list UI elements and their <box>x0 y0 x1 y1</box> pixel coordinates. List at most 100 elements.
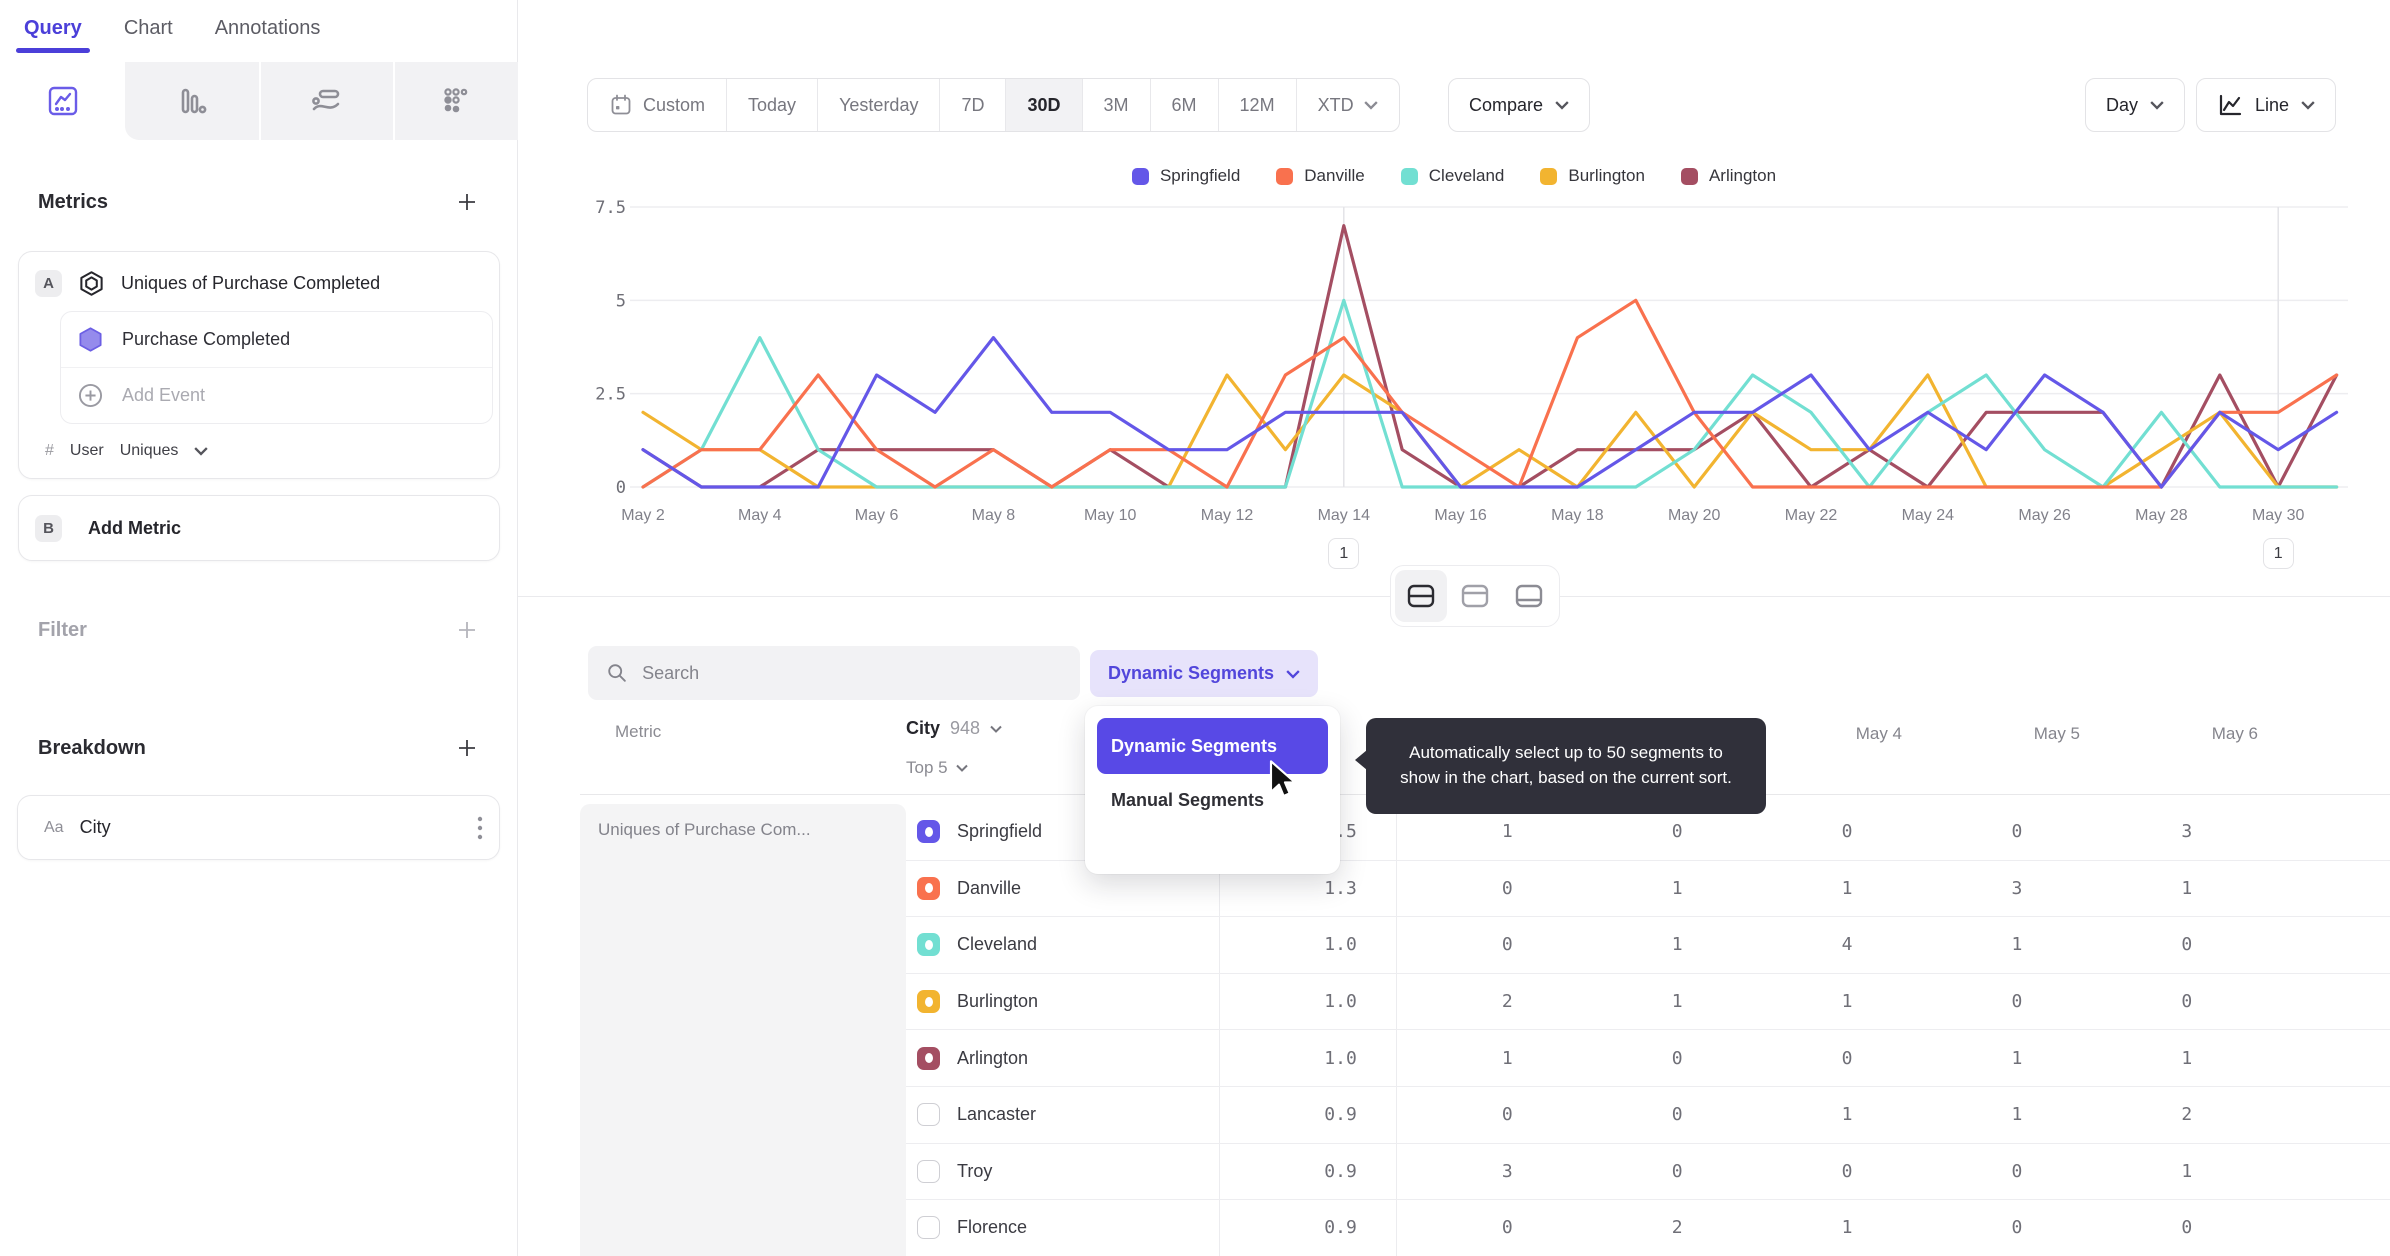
segment-day-value: 1 <box>1671 934 1683 956</box>
segment-checkbox-checked[interactable] <box>917 876 940 900</box>
checkbox-dot <box>924 996 933 1007</box>
segment-day-value: 1 <box>2181 1047 2193 1069</box>
breakdown-city-label: City <box>79 817 111 837</box>
chart-type-flows-tab[interactable] <box>259 62 393 140</box>
event-hexagon-icon <box>79 327 102 352</box>
tab-query[interactable]: Query <box>16 17 90 53</box>
group-column-header[interactable]: City 948 <box>906 718 1002 739</box>
event-row[interactable]: Purchase Completed <box>61 312 492 367</box>
segment-checkbox-unchecked[interactable] <box>917 1216 940 1240</box>
date-column-header[interactable]: May 4 <box>1752 724 1930 744</box>
segment-day-value: 0 <box>1671 1160 1683 1182</box>
add-event-row[interactable]: Add Event <box>61 367 492 423</box>
add-metric-label: Add Metric <box>88 517 182 538</box>
segment-day-value: 0 <box>2011 991 2023 1013</box>
segment-day-value: 3 <box>1501 1160 1513 1182</box>
range-30d[interactable]: 30D <box>1005 79 1082 131</box>
segment-checkbox-checked[interactable] <box>917 1046 940 1070</box>
measure-type: Uniques <box>119 442 179 459</box>
segment-checkbox-unchecked[interactable] <box>917 1103 940 1127</box>
metric-b-badge: B <box>35 514 62 542</box>
chevron-down-icon <box>194 447 209 456</box>
segment-checkbox-checked[interactable] <box>917 933 940 957</box>
breakdown-item-city[interactable]: Aa City <box>17 795 500 860</box>
segment-day-value: 3 <box>2181 821 2193 843</box>
segment-day-value: 0 <box>2181 991 2193 1013</box>
layout-table-only-button[interactable] <box>1503 570 1555 622</box>
range-xtd[interactable]: XTD <box>1295 79 1399 131</box>
segment-average-value: 1.0 <box>1324 934 1357 956</box>
segment-name: Danville <box>957 877 1022 898</box>
measure-selector[interactable]: # User Uniques <box>19 424 499 460</box>
layout-split-button[interactable] <box>1395 570 1447 622</box>
svg-text:May 28: May 28 <box>2135 507 2188 524</box>
svg-text:May 14: May 14 <box>1318 507 1371 524</box>
svg-text:May 26: May 26 <box>2018 507 2071 524</box>
layout-chart-only-button[interactable] <box>1449 570 1501 622</box>
date-range-control: Custom Today Yesterday 7D 30D 3M 6M 12M XTD <box>587 78 1400 132</box>
segment-day-value: 0 <box>2011 1217 2023 1239</box>
svg-text:0: 0 <box>616 478 626 498</box>
range-12m[interactable]: 12M <box>1217 79 1296 131</box>
range-7d[interactable]: 7D <box>939 79 1005 131</box>
segment-day-value: 0 <box>1841 821 1853 843</box>
kebab-menu-icon[interactable] <box>477 815 483 841</box>
sidebar: Query Chart Annotations Metrics A Unique… <box>0 0 518 1256</box>
chart-type-tab-bar <box>0 62 518 140</box>
segment-name: Cleveland <box>957 934 1038 955</box>
segments-mode-button[interactable]: Dynamic Segments <box>1090 650 1319 697</box>
dynamic-segments-tooltip: Automatically select up to 50 segments t… <box>1355 718 1766 814</box>
range-3m[interactable]: 3M <box>1081 79 1150 131</box>
tab-annotations[interactable]: Annotations <box>215 17 321 40</box>
date-column-header[interactable]: May 6 <box>2108 724 2286 744</box>
segment-checkbox-checked[interactable] <box>917 990 940 1014</box>
add-metric-card[interactable]: B Add Metric <box>18 495 500 561</box>
segments-mode-dropdown: Dynamic Segments Manual Segments <box>1085 706 1340 874</box>
chart-type-line-tab[interactable] <box>0 62 125 140</box>
segment-day-value: 1 <box>2181 877 2193 899</box>
add-metric-plus-icon[interactable] <box>455 190 479 214</box>
range-yesterday[interactable]: Yesterday <box>817 79 939 131</box>
add-event-label: Add Event <box>122 385 206 405</box>
line-chart[interactable]: 0 2.5 5 7.5 May 2 May 4 May 6 May 8 May 10 May 12… <box>518 182 2390 547</box>
add-breakdown-plus-icon[interactable] <box>455 736 479 760</box>
line-chart-icon <box>2219 94 2242 116</box>
segment-average-value: 0.9 <box>1324 1160 1357 1182</box>
chart-style-button[interactable]: Line <box>2196 78 2337 132</box>
segment-day-value: 1 <box>1501 1047 1513 1069</box>
segment-day-value: 0 <box>1671 1047 1683 1069</box>
metric-a-title-row[interactable]: A Uniques of Purchase Completed <box>19 252 499 307</box>
search-input[interactable] <box>642 662 1062 684</box>
segment-checkbox-unchecked[interactable] <box>917 1159 940 1183</box>
svg-text:5: 5 <box>616 291 626 311</box>
line-chart-icon <box>48 86 77 116</box>
svg-text:May 22: May 22 <box>1785 507 1838 524</box>
range-6m[interactable]: 6M <box>1149 79 1218 131</box>
segment-checkbox-checked[interactable] <box>917 820 940 844</box>
range-today[interactable]: Today <box>726 79 817 131</box>
segment-name-cell: Troy <box>906 1159 1203 1183</box>
range-custom[interactable]: Custom <box>588 79 726 131</box>
checkbox-dot <box>924 939 933 950</box>
date-column-header[interactable]: May 7 <box>2286 724 2390 744</box>
chevron-down-icon <box>1363 101 1378 110</box>
add-filter-plus-icon[interactable] <box>455 618 479 642</box>
table-row: Burlington 1.0 2 1 1 0 0 <box>906 974 2390 1031</box>
bottom-panel-icon <box>1515 584 1543 608</box>
top-n-label: Top 5 <box>906 758 948 777</box>
compare-button[interactable]: Compare <box>1448 78 1591 132</box>
segment-day-value: 1 <box>1841 1104 1853 1126</box>
date-column-header[interactable]: May 5 <box>1930 724 2108 744</box>
svg-text:May 4: May 4 <box>738 507 782 524</box>
calendar-icon <box>611 94 631 115</box>
segment-day-value: 1 <box>1841 1217 1853 1239</box>
annotation-badge[interactable]: 1 <box>1328 538 1360 569</box>
segment-search[interactable] <box>588 646 1080 700</box>
chart-type-scatter-tab[interactable] <box>393 62 518 140</box>
annotation-badge[interactable]: 1 <box>2262 538 2294 569</box>
granularity-button[interactable]: Day <box>2085 78 2186 132</box>
tab-chart[interactable]: Chart <box>124 17 173 40</box>
metrics-title: Metrics <box>38 190 109 213</box>
top-n-selector[interactable]: Top 5 <box>906 758 968 778</box>
chart-type-bar-tab[interactable] <box>125 62 259 140</box>
